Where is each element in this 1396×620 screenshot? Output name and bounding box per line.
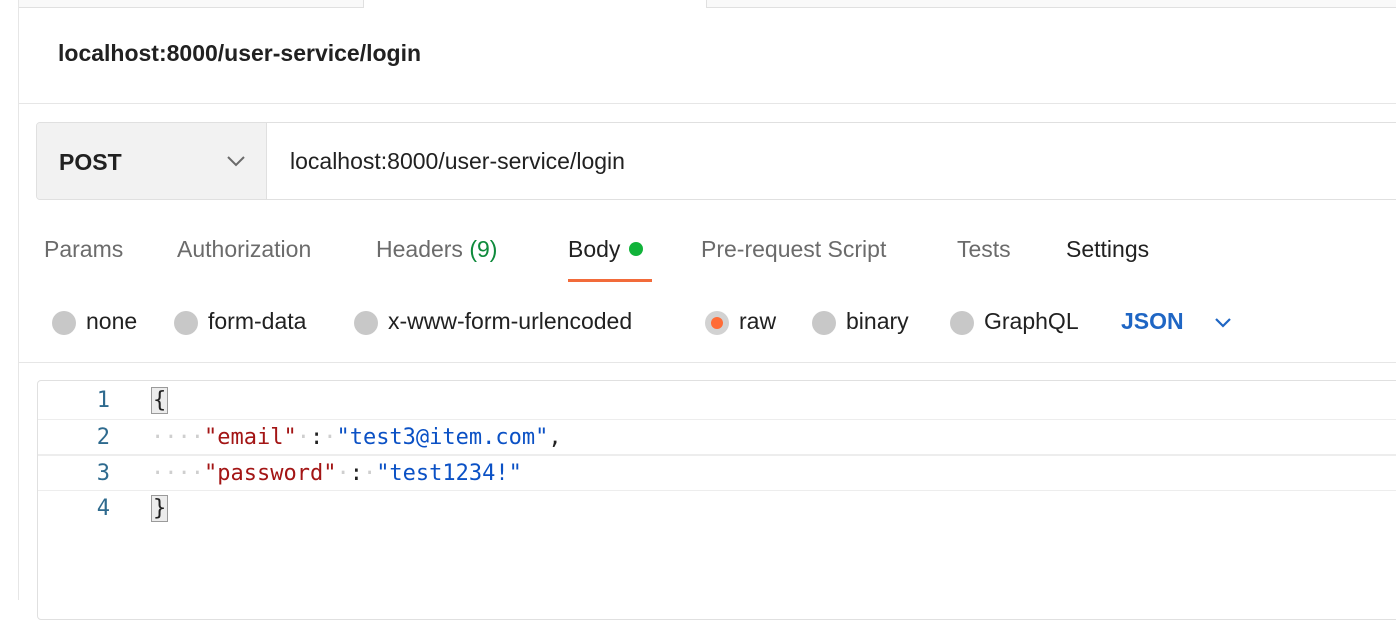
code-line: 1 {: [38, 383, 1396, 419]
method-label: POST: [59, 149, 122, 175]
request-title[interactable]: localhost:8000/user-service/login: [58, 40, 421, 67]
line-number: 4: [96, 496, 110, 521]
radio-label: GraphQL: [984, 308, 1079, 334]
body-indicator-dot: [629, 241, 644, 256]
tab-body[interactable]: Body: [568, 236, 644, 263]
radio-label: x-www-form-urlencoded: [388, 308, 633, 334]
tab-authorization[interactable]: Authorization: [177, 236, 311, 263]
code-line: 4 }: [38, 491, 1396, 527]
language-label: JSON: [1121, 308, 1184, 334]
line-number: 1: [96, 388, 110, 413]
radio-label: form-data: [208, 308, 307, 334]
comma: ,: [548, 425, 562, 450]
json-value: "test3@item.com": [336, 425, 549, 450]
request-bar: POST: [36, 122, 1396, 200]
previous-request-tab[interactable]: [19, 0, 364, 8]
url-input[interactable]: [267, 123, 1396, 199]
divider: [19, 362, 1396, 363]
next-request-tab[interactable]: [706, 0, 1396, 8]
json-value: "test1234!": [376, 461, 522, 486]
indent-guide: ····: [151, 425, 204, 450]
code-editor[interactable]: 1 { 2 ····"email"·:·"test3@item.com", 3 …: [37, 380, 1396, 620]
indent-guide: ····: [151, 461, 204, 486]
radio-icon: [174, 311, 198, 335]
line-number: 2: [96, 425, 110, 450]
tab-tests[interactable]: Tests: [957, 236, 1011, 263]
code-text: {: [151, 383, 169, 419]
tab-headers[interactable]: Headers (9): [376, 236, 497, 263]
radio-icon: [354, 311, 378, 335]
code-text: ····"password"·:·"test1234!": [151, 461, 522, 486]
open-brace: {: [151, 387, 169, 414]
radio-icon: [812, 311, 836, 335]
code-line: 2 ····"email"·:·"test3@item.com",: [38, 419, 1396, 455]
radio-label: raw: [739, 308, 777, 334]
request-tabs: Params Authorization Headers (9) Body Pr…: [0, 236, 1396, 282]
method-select[interactable]: POST: [37, 123, 267, 199]
code-text: ····"email"·:·"test3@item.com",: [151, 425, 562, 450]
divider: [19, 103, 1396, 104]
json-key: "password": [203, 461, 337, 486]
body-type-options: none form-data x-www-form-urlencoded raw…: [0, 306, 1396, 338]
code-line: 3 ····"password"·:·"test1234!": [38, 455, 1396, 491]
radio-selected-icon: [705, 311, 729, 335]
colon: :: [349, 461, 363, 486]
radio-label: none: [86, 308, 138, 334]
radio-icon: [950, 311, 974, 335]
tab-headers-label: Headers: [376, 236, 463, 262]
tab-params[interactable]: Params: [44, 236, 123, 263]
colon: :: [309, 425, 324, 450]
headers-count-badge: (9): [469, 236, 498, 262]
tab-settings[interactable]: Settings: [1066, 236, 1149, 263]
tab-body-label: Body: [568, 236, 621, 262]
tab-pre-request-script[interactable]: Pre-request Script: [701, 236, 886, 263]
active-tab-indicator: [568, 279, 652, 282]
left-divider: [18, 0, 19, 600]
line-number: 3: [96, 461, 110, 486]
json-key: "email": [203, 425, 297, 450]
radio-icon: [52, 311, 76, 335]
radio-label: binary: [846, 308, 909, 334]
chevron-down-icon: [1215, 318, 1231, 328]
request-tab-strip: [19, 0, 1396, 8]
close-brace: }: [151, 495, 169, 522]
chevron-down-icon: [227, 156, 245, 167]
code-text: }: [151, 491, 169, 527]
